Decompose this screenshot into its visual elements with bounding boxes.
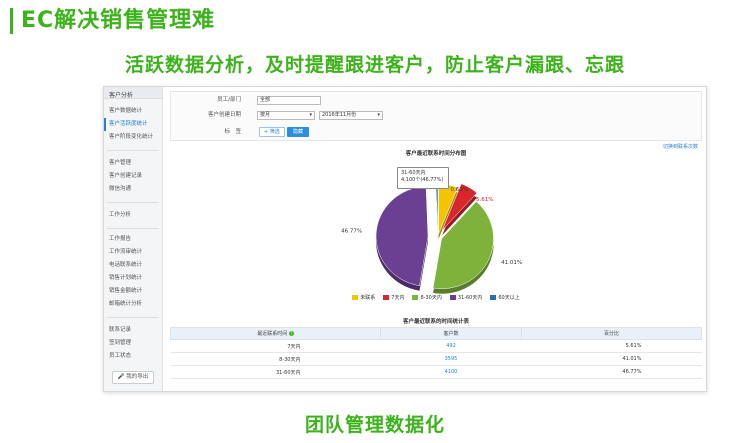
legend-label: 8-30天内 xyxy=(420,295,442,301)
sidebar-group-records: 联系记录 签到管理 员工状态 xyxy=(104,324,162,363)
stats-table: 最近联系时间 ? 客户数 百分比 7天内 492 5.61% 8-30天内 35… xyxy=(170,327,702,379)
slide-footer: 团队管理数据化 xyxy=(304,414,445,436)
sidebar-item-contact-records[interactable]: 联系记录 xyxy=(104,324,162,337)
sidebar-item-sales-plan[interactable]: 销售计划统计 xyxy=(104,272,162,285)
pie-chart: 5.61% 41.01% 46.77% 0.61% xyxy=(341,183,522,294)
chart-legend: 未联系 7天内 8-30天内 31-60天内 60天以上 xyxy=(164,294,706,301)
tooltip-line2: 4,100个(46.77%) xyxy=(401,177,444,183)
legend-label: 7天内 xyxy=(391,295,405,301)
table-header-period: 最近联系时间 ? xyxy=(170,327,381,340)
sidebar-item-checkin[interactable]: 签到管理 xyxy=(104,337,162,350)
sidebar: 客户分析 客户数据统计 客户活跃度统计 客户阶段变化统计 客户管理 客户创建记录… xyxy=(104,87,163,391)
table-row: 7天内 492 5.61% xyxy=(170,339,702,353)
table-header-count: 客户数 xyxy=(380,327,522,340)
legend-item[interactable]: 60天以上 xyxy=(490,294,520,301)
chart-tooltip: 31-60天内 4,100个(46.77%) xyxy=(397,167,449,189)
table-cell-count[interactable]: 492 xyxy=(380,339,522,353)
microphone-icon: 🎤 xyxy=(117,374,125,380)
export-button[interactable]: 🎤 我的导出 xyxy=(112,371,154,384)
pie-slice-5[interactable] xyxy=(435,183,439,235)
table-cell-period: 7天内 xyxy=(170,339,381,353)
help-icon[interactable]: ? xyxy=(288,331,294,336)
table-cell-percent: 46.77% xyxy=(521,365,702,379)
table-cell-percent: 41.01% xyxy=(521,352,702,366)
sidebar-item-staff-status[interactable]: 员工状态 xyxy=(104,350,162,363)
pie-data-label: 5.61% xyxy=(476,197,493,203)
table-cell-period: 31-60天内 xyxy=(170,365,381,379)
table-cell-period: 8-30天内 xyxy=(170,352,381,366)
legend-item[interactable]: 未联系 xyxy=(352,294,375,301)
legend-item[interactable]: 7天内 xyxy=(383,294,404,301)
table-title: 客户最近联系的时间统计表 xyxy=(402,319,469,325)
table-header-row: 最近联系时间 ? 客户数 百分比 xyxy=(170,327,702,340)
pie-data-label: 0.61% xyxy=(451,187,468,193)
table-cell-percent: 5.61% xyxy=(521,339,702,353)
sidebar-item-email-stats[interactable]: 邮箱统计分析 xyxy=(104,298,162,311)
table-cell-count[interactable]: 4100 xyxy=(380,365,522,379)
legend-swatch xyxy=(490,295,497,300)
slide-title: EC解决销售管理难 xyxy=(21,8,216,33)
sidebar-item-activity-stats[interactable]: 客户活跃度统计 xyxy=(104,118,162,131)
table-row: 8-30天内 3595 41.01% xyxy=(170,352,702,366)
sidebar-item-work-report[interactable]: 工作报告 xyxy=(104,233,162,246)
sidebar-header[interactable]: 客户分析 xyxy=(104,87,162,99)
app-window: 客户分析 客户数据统计 客户活跃度统计 客户阶段变化统计 客户管理 客户创建记录… xyxy=(103,86,707,392)
sidebar-group-work: 工作分析 工作报告 工作流审统计 电话联系统计 销售计划统计 销售金额统计 邮箱… xyxy=(104,209,162,311)
pie-slice-4[interactable] xyxy=(375,186,429,286)
legend-swatch xyxy=(412,295,419,300)
sidebar-divider xyxy=(107,150,159,151)
legend-swatch xyxy=(352,295,359,300)
legend-label: 60天以上 xyxy=(498,295,520,301)
pie-data-label: 46.77% xyxy=(341,229,362,235)
legend-item[interactable]: 8-30天内 xyxy=(412,294,442,301)
sidebar-group-customer: 客户数据统计 客户活跃度统计 客户阶段变化统计 xyxy=(104,105,162,144)
sidebar-item-stage-stats[interactable]: 客户阶段变化统计 xyxy=(104,131,162,144)
legend-item[interactable]: 31-60天内 xyxy=(449,294,483,301)
sidebar-group-manage: 客户管理 客户创建记录 微信沟通 xyxy=(104,157,162,196)
sidebar-item-phone-stats[interactable]: 电话联系统计 xyxy=(104,259,162,272)
slide-subtitle: 活跃数据分析，及时提醒跟进客户，防止客户漏跟、忘跟 xyxy=(124,54,625,76)
tooltip-line1: 31-60天内 xyxy=(401,170,426,176)
sidebar-item-sales-amount[interactable]: 销售金额统计 xyxy=(104,285,162,298)
table-header-percent: 百分比 xyxy=(521,327,702,340)
sidebar-divider xyxy=(107,202,159,203)
table-row: 31-60天内 4100 46.77% xyxy=(170,365,702,379)
sidebar-item-customer-stats[interactable]: 客户数据统计 xyxy=(104,105,162,118)
export-label: 我的导出 xyxy=(126,374,149,380)
sidebar-item-workflow-stats[interactable]: 工作流审统计 xyxy=(104,246,162,259)
legend-swatch xyxy=(383,295,390,300)
sidebar-item-customer-manage[interactable]: 客户管理 xyxy=(104,157,162,170)
legend-label: 未联系 xyxy=(360,295,376,301)
sidebar-item-work-analysis[interactable]: 工作分析 xyxy=(104,209,162,222)
pie-data-label: 41.01% xyxy=(501,260,522,266)
legend-label: 31-60天内 xyxy=(457,295,483,301)
sidebar-divider xyxy=(107,317,159,318)
sidebar-item-wechat[interactable]: 微信沟通 xyxy=(104,183,162,196)
legend-swatch xyxy=(449,295,456,300)
slide: EC解决销售管理难 活跃数据分析，及时提醒跟进客户，防止客户漏跟、忘跟 客户分析… xyxy=(0,0,750,443)
table-cell-count[interactable]: 3595 xyxy=(380,352,522,366)
sidebar-item-create-records[interactable]: 客户创建记录 xyxy=(104,170,162,183)
main-panel: 员工/部门 全部 客户创建日期 按月 ▾ 2016年11月份 ▾ 标 签 + 筛选 … xyxy=(164,87,706,391)
slide-title-bar: EC解决销售管理难 xyxy=(10,8,215,34)
